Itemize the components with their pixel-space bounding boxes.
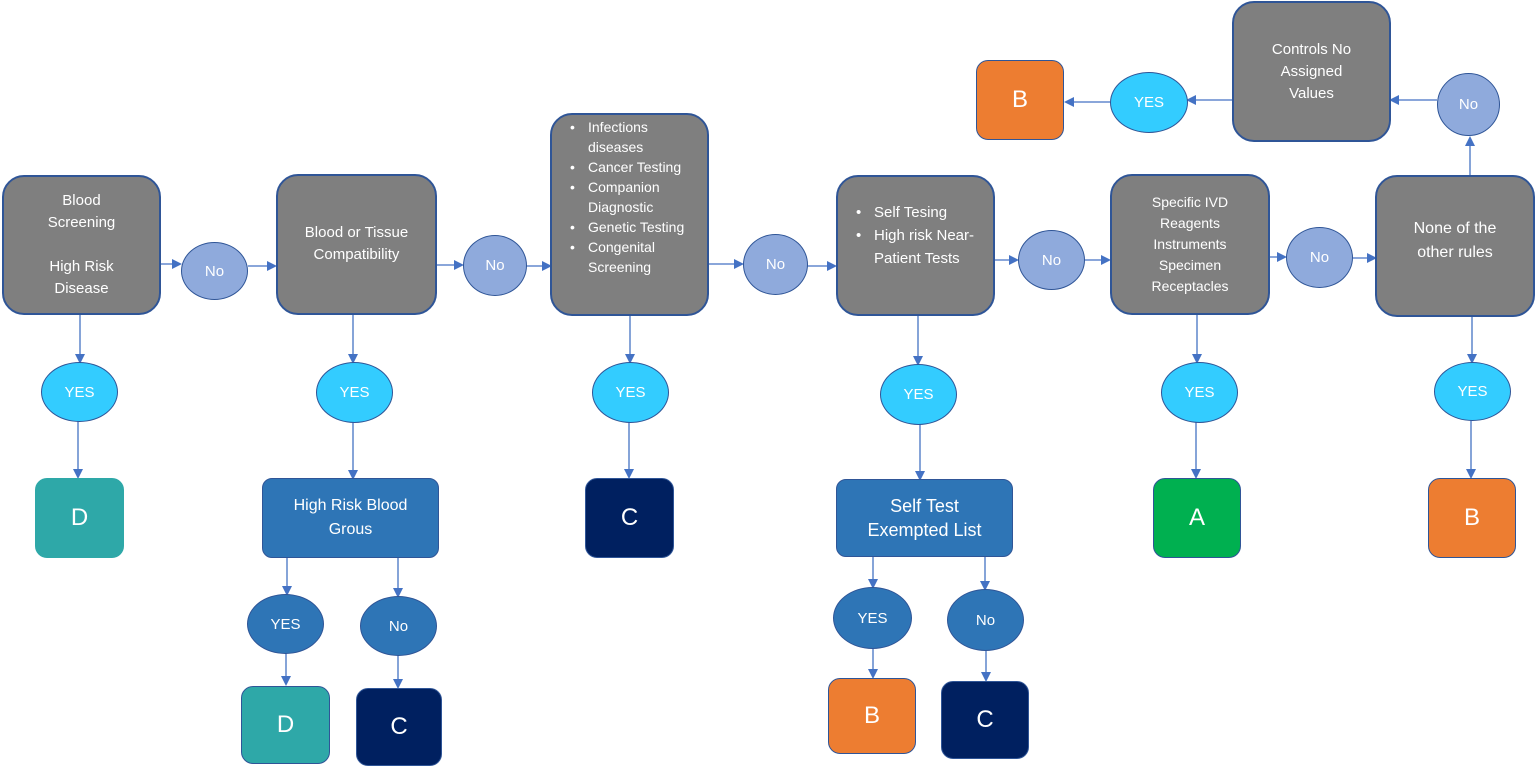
answer-no-2[interactable]: No: [463, 235, 527, 296]
bullet-item: Cancer Testing: [570, 157, 701, 177]
rule-none-of-the-other-rules[interactable]: None of the other rules: [1375, 175, 1535, 317]
class-c-not-high-risk[interactable]: C: [356, 688, 442, 766]
class-a-specific-ivd[interactable]: A: [1153, 478, 1241, 558]
answer-no-4[interactable]: No: [1018, 230, 1085, 290]
question-high-risk-blood-groups[interactable]: High Risk Blood Grous: [262, 478, 439, 558]
class-d-high-risk[interactable]: D: [241, 686, 330, 764]
class-c-not-exempted[interactable]: C: [941, 681, 1029, 759]
answer-yes-controls[interactable]: YES: [1110, 72, 1188, 133]
answer-yes-self-testing[interactable]: YES: [880, 364, 957, 425]
rule-blood-screening-text: Blood Screening High Risk Disease: [47, 192, 116, 297]
rule-blood-screening[interactable]: Blood Screening High Risk Disease: [2, 175, 161, 315]
class-c-infections[interactable]: C: [585, 478, 674, 558]
bullet-item: Genetic Testing: [570, 217, 701, 237]
answer-no-6[interactable]: No: [1437, 73, 1500, 136]
rule-infections-cancer-genetic[interactable]: Infections diseases Cancer Testing Compa…: [550, 113, 709, 316]
class-b-controls[interactable]: B: [976, 60, 1064, 140]
bullet-item: Congenital Screening: [570, 237, 701, 277]
answer-yes-none-other[interactable]: YES: [1434, 362, 1511, 421]
answer-yes-infections[interactable]: YES: [592, 362, 669, 423]
class-d-blood-screening[interactable]: D: [35, 478, 124, 558]
bullet-item: Self Tesing: [856, 201, 987, 224]
class-b-exempted[interactable]: B: [828, 678, 916, 754]
answer-no-exempted[interactable]: No: [947, 589, 1024, 651]
answer-yes-compatibility[interactable]: YES: [316, 362, 393, 423]
class-b-none-other[interactable]: B: [1428, 478, 1516, 558]
rule-controls-no-assigned-values[interactable]: Controls No Assigned Values: [1232, 1, 1391, 142]
bullet-item: Infections diseases: [570, 117, 701, 157]
bullet-item: High risk Near-Patient Tests: [856, 224, 987, 270]
rule-infections-list: Infections diseases Cancer Testing Compa…: [566, 117, 701, 277]
answer-no-high-risk[interactable]: No: [360, 596, 437, 656]
bullet-item: Companion Diagnostic: [570, 177, 701, 217]
answer-yes-high-risk[interactable]: YES: [247, 594, 324, 654]
rule-blood-tissue-compatibility[interactable]: Blood or Tissue Compatibility: [276, 174, 437, 315]
rule-specific-ivd[interactable]: Specific IVD Reagents Instruments Specim…: [1110, 174, 1270, 315]
question-self-test-exempted-list[interactable]: Self Test Exempted List: [836, 479, 1013, 557]
answer-yes-exempted[interactable]: YES: [833, 587, 912, 649]
answer-no-3[interactable]: No: [743, 234, 808, 295]
answer-no-1[interactable]: No: [181, 242, 248, 300]
answer-yes-blood-screening[interactable]: YES: [41, 362, 118, 422]
answer-yes-specific-ivd[interactable]: YES: [1161, 362, 1238, 423]
rule-self-testing[interactable]: Self Tesing High risk Near-Patient Tests: [836, 175, 995, 316]
answer-no-5[interactable]: No: [1286, 227, 1353, 288]
rule-self-testing-list: Self Tesing High risk Near-Patient Tests: [852, 201, 987, 270]
